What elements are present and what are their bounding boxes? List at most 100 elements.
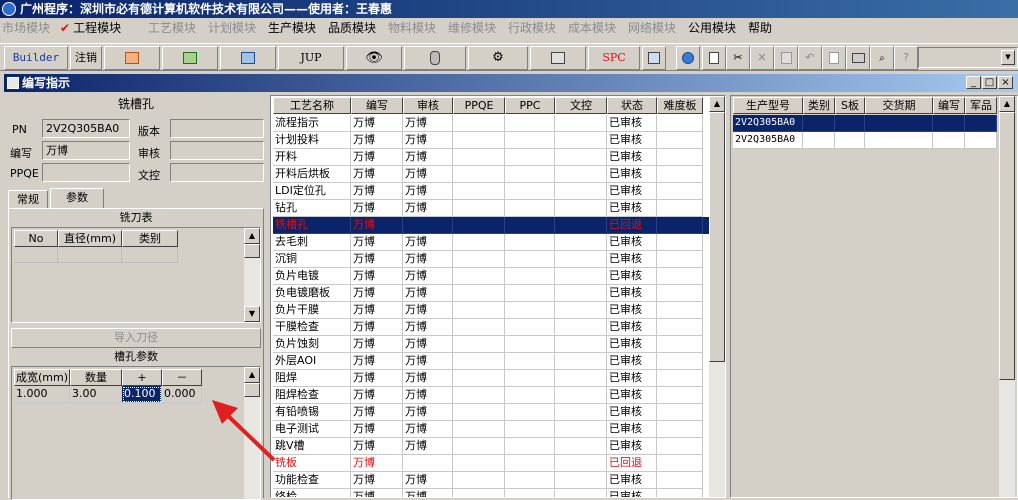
process-cell-review[interactable]: 万博	[403, 268, 453, 285]
process-cell-review[interactable]: 万博	[403, 438, 453, 455]
product-cell-category[interactable]	[803, 132, 835, 149]
process-cell-author[interactable]: 万博	[351, 285, 403, 302]
process-row[interactable]: 开料后烘板 万博 万博 已审核	[273, 166, 709, 183]
process-cell-doc-control[interactable]	[555, 132, 607, 149]
slot-col-plus[interactable]: +	[122, 369, 162, 386]
process-cell-review[interactable]: 万博	[403, 387, 453, 404]
process-cell-author[interactable]: 万博	[351, 472, 403, 489]
process-cell-status[interactable]: 已审核	[607, 251, 657, 268]
process-cell-name[interactable]: 负片电镀	[273, 268, 351, 285]
process-cell-author[interactable]: 万博	[351, 268, 403, 285]
process-row[interactable]: 功能检查 万博 万博 已审核	[273, 472, 709, 489]
menu-network[interactable]: 网络模块	[628, 20, 676, 36]
menu-craft[interactable]: 工艺模块	[148, 20, 196, 36]
process-cell-difficulty[interactable]	[657, 404, 703, 421]
process-cell-author[interactable]: 万博	[351, 455, 403, 472]
process-cell-name[interactable]: 负片蚀刻	[273, 336, 351, 353]
process-cell-name[interactable]: 功能检查	[273, 472, 351, 489]
process-cell-review[interactable]: 万博	[403, 183, 453, 200]
process-row[interactable]: 流程指示 万博 万博 已审核	[273, 115, 709, 132]
import-cutter-button[interactable]: 导入刀径	[11, 328, 261, 348]
process-cell-name[interactable]: 终检	[273, 489, 351, 497]
process-cell-ppqe[interactable]	[453, 353, 505, 370]
process-cell-author[interactable]: 万博	[351, 438, 403, 455]
process-cell-status[interactable]: 已审核	[607, 285, 657, 302]
slot-cell-qty[interactable]: 3.00	[70, 386, 122, 403]
process-cell-difficulty[interactable]	[657, 421, 703, 438]
product-cell-model[interactable]: 2V2Q305BA0	[733, 132, 803, 149]
process-cell-author[interactable]: 万博	[351, 404, 403, 421]
process-cell-doc-control[interactable]	[555, 336, 607, 353]
process-cell-doc-control[interactable]	[555, 217, 607, 234]
process-cell-ppqe[interactable]	[453, 387, 505, 404]
process-cell-ppc[interactable]	[505, 302, 555, 319]
view-button[interactable]: 👁	[346, 46, 402, 70]
process-row[interactable]: LDI定位孔 万博 万博 已审核	[273, 183, 709, 200]
ie-button[interactable]	[676, 46, 700, 70]
menu-quality[interactable]: 品质模块	[328, 20, 376, 36]
version-field[interactable]	[170, 119, 264, 138]
process-cell-ppqe[interactable]	[453, 200, 505, 217]
process-row[interactable]: 外层AOI 万博 万博 已审核	[273, 353, 709, 370]
process-cell-ppqe[interactable]	[453, 455, 505, 472]
process-cell-ppc[interactable]	[505, 217, 555, 234]
process-cell-doc-control[interactable]	[555, 455, 607, 472]
menu-admin[interactable]: 行政模块	[508, 20, 556, 36]
cutter-scrollbar[interactable]: ▲ ▼	[244, 228, 260, 322]
process-cell-ppc[interactable]	[505, 455, 555, 472]
process-row[interactable]: 有铅喷锡 万博 万博 已审核	[273, 404, 709, 421]
process-cell-difficulty[interactable]	[657, 353, 703, 370]
process-cell-name[interactable]: 计划投料	[273, 132, 351, 149]
process-cell-difficulty[interactable]	[657, 149, 703, 166]
menu-market[interactable]: 市场模块	[2, 20, 50, 36]
process-cell-status[interactable]: 已审核	[607, 438, 657, 455]
product-scrollbar[interactable]: ▲	[999, 96, 1015, 497]
process-cell-ppqe[interactable]	[453, 132, 505, 149]
menu-maintenance[interactable]: 维修模块	[448, 20, 496, 36]
process-cell-review[interactable]	[403, 455, 453, 472]
process-cell-difficulty[interactable]	[657, 268, 703, 285]
process-cell-ppc[interactable]	[505, 285, 555, 302]
help-button[interactable]: ?	[894, 46, 918, 70]
process-cell-ppc[interactable]	[505, 132, 555, 149]
delete-button[interactable]: ✕	[750, 46, 774, 70]
process-cell-status[interactable]: 已审核	[607, 166, 657, 183]
process-col-status[interactable]: 状态	[607, 97, 657, 114]
process-cell-review[interactable]: 万博	[403, 370, 453, 387]
process-cell-status[interactable]: 已审核	[607, 302, 657, 319]
process-row[interactable]: 铣板 万博 已回退	[273, 455, 709, 472]
scroll-up-icon[interactable]: ▲	[999, 96, 1015, 112]
doc-control-field[interactable]	[170, 163, 264, 182]
cutter-col-no[interactable]: No	[14, 230, 58, 247]
process-col-name[interactable]: 工艺名称	[273, 97, 351, 114]
process-cell-name[interactable]: 铣槽孔	[273, 217, 351, 234]
process-row[interactable]: 阻焊检查 万博 万博 已审核	[273, 387, 709, 404]
product-cell-delivery[interactable]	[865, 132, 933, 149]
process-cell-ppc[interactable]	[505, 319, 555, 336]
process-cell-ppqe[interactable]	[453, 183, 505, 200]
print-preview-button[interactable]	[822, 46, 846, 70]
tab-general[interactable]: 常规	[8, 190, 48, 209]
menu-production[interactable]: 生产模块	[268, 20, 316, 36]
process-cell-review[interactable]: 万博	[403, 319, 453, 336]
process-cell-ppc[interactable]	[505, 353, 555, 370]
slot-col-width[interactable]: 成宽(mm)	[14, 369, 70, 386]
process-cell-status[interactable]: 已审核	[607, 387, 657, 404]
process-cell-ppqe[interactable]	[453, 319, 505, 336]
process-cell-review[interactable]: 万博	[403, 472, 453, 489]
scroll-thumb[interactable]	[709, 112, 725, 362]
process-cell-difficulty[interactable]	[657, 166, 703, 183]
product-cell-military[interactable]	[965, 115, 997, 132]
process-cell-author[interactable]: 万博	[351, 183, 403, 200]
process-cell-author[interactable]: 万博	[351, 370, 403, 387]
menu-help[interactable]: 帮助	[748, 20, 772, 36]
process-row[interactable]: 负片蚀刻 万博 万博 已审核	[273, 336, 709, 353]
process-cell-review[interactable]: 万博	[403, 285, 453, 302]
process-cell-doc-control[interactable]	[555, 319, 607, 336]
process-row[interactable]: 干膜检查 万博 万博 已审核	[273, 319, 709, 336]
logout-button[interactable]: 注销	[70, 46, 102, 70]
menu-cost[interactable]: 成本模块	[568, 20, 616, 36]
process-scrollbar[interactable]: ▲	[709, 96, 725, 497]
process-cell-status[interactable]: 已审核	[607, 200, 657, 217]
process-cell-name[interactable]: 外层AOI	[273, 353, 351, 370]
